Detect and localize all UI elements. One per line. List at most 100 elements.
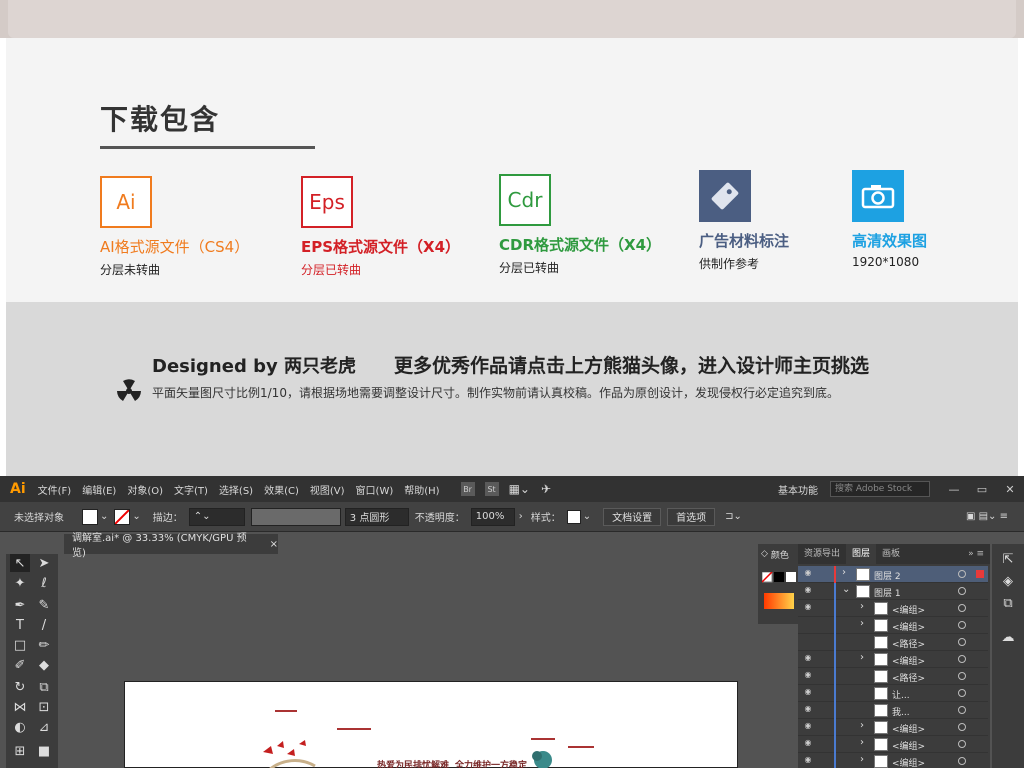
rectangle-tool-icon[interactable]: □	[10, 636, 30, 654]
opacity-field[interactable]: 100%	[470, 507, 515, 526]
expand-arrow-icon[interactable]: ›	[842, 567, 846, 578]
expand-arrow-icon[interactable]: ›	[860, 737, 864, 748]
minimize-button[interactable]: —	[940, 479, 968, 499]
line-tool-icon[interactable]: /	[34, 616, 54, 634]
stroke-dropdown-icon[interactable]: ⌄	[132, 511, 140, 522]
tab-layers[interactable]: 图层	[846, 544, 877, 564]
visibility-eye-icon[interactable]: ◉	[802, 670, 814, 682]
layer-row[interactable]: ◉ › <编组>	[798, 719, 988, 736]
download-item-ai[interactable]: Ai AI格式源文件（CS4） 分层未转曲	[100, 176, 249, 278]
download-item-eps[interactable]: Eps EPS格式源文件（X4） 分层已转曲	[301, 176, 460, 278]
free-transform-tool-icon[interactable]: ⊡	[34, 698, 54, 716]
collapse-arrow-icon[interactable]: ⌄	[842, 584, 850, 595]
target-circle-icon[interactable]	[958, 723, 966, 731]
visibility-eye-icon[interactable]: ◉	[802, 602, 814, 614]
target-circle-icon[interactable]	[958, 740, 966, 748]
paintbrush-tool-icon[interactable]: ✏	[34, 636, 54, 654]
download-item-cdr[interactable]: Cdr CDR格式源文件（X4） 分层已转曲	[499, 174, 661, 276]
menu-view[interactable]: 视图(V)	[310, 482, 345, 497]
layer-row[interactable]: ◉ 我...	[798, 702, 988, 719]
menu-type[interactable]: 文字(T)	[174, 482, 208, 497]
layer-row[interactable]: ◉ › 图层 2	[798, 566, 988, 583]
layer-row[interactable]: ◉ › <编组>	[798, 600, 988, 617]
layer-row[interactable]: › <编组>	[798, 617, 988, 634]
fill-dropdown-icon[interactable]: ⌄	[100, 511, 108, 522]
layer-row[interactable]: ◉ › <编组>	[798, 651, 988, 668]
workspace-switcher[interactable]: 基本功能	[778, 482, 818, 497]
visibility-eye-icon[interactable]	[802, 619, 814, 631]
target-circle-icon[interactable]	[958, 621, 966, 629]
gpu-performance-icon[interactable]: ✈	[541, 482, 551, 496]
shape-builder-tool-icon[interactable]: ◐	[10, 718, 30, 736]
visibility-eye-icon[interactable]: ◉	[802, 755, 814, 767]
fill-swatch[interactable]	[82, 508, 98, 525]
download-item-annotation[interactable]: 广告材料标注 供制作参考	[699, 170, 789, 272]
visibility-eye-icon[interactable]: ◉	[802, 653, 814, 665]
menu-file[interactable]: 文件(F)	[38, 482, 72, 497]
visibility-eye-icon[interactable]: ◉	[802, 585, 814, 597]
visibility-eye-icon[interactable]: ◉	[802, 687, 814, 699]
perspective-grid-tool-icon[interactable]: ⊿	[34, 718, 54, 736]
layer-row[interactable]: ◉ › <编组>	[798, 736, 988, 753]
document-setup-button[interactable]: 文档设置	[603, 507, 662, 526]
selection-tool-icon[interactable]: ↖	[10, 554, 30, 572]
preferences-button[interactable]: 首选项	[667, 507, 716, 526]
scale-tool-icon[interactable]: ⧉	[34, 678, 54, 696]
target-circle-icon[interactable]	[958, 706, 966, 714]
color-panel-tab[interactable]: ◇ 颜色	[758, 544, 798, 564]
tab-artboards[interactable]: 画板	[876, 544, 906, 564]
visibility-eye-icon[interactable]	[802, 636, 814, 648]
menu-object[interactable]: 对象(O)	[127, 482, 163, 497]
document-tab[interactable]: 调解室.ai* @ 33.33% (CMYK/GPU 预览) ×	[64, 533, 278, 559]
expand-arrow-icon[interactable]: ›	[860, 618, 864, 629]
stroke-weight-field[interactable]: ⌃⌄	[188, 507, 245, 526]
expand-arrow-icon[interactable]: ›	[860, 754, 864, 765]
gradient-tool-icon[interactable]: ■	[34, 742, 54, 760]
layer-row[interactable]: <路径>	[798, 634, 988, 651]
layers-icon[interactable]: ◈	[998, 572, 1018, 590]
target-circle-icon[interactable]	[958, 689, 966, 697]
tab-asset-export[interactable]: 资源导出	[798, 544, 846, 564]
layer-row[interactable]: ◉ › <编组>	[798, 753, 988, 768]
stock-search-input[interactable]: 搜索 Adobe Stock	[830, 481, 930, 497]
visibility-eye-icon[interactable]: ◉	[802, 738, 814, 750]
width-tool-icon[interactable]: ⋈	[10, 698, 30, 716]
color-swatches[interactable]	[762, 572, 796, 586]
target-circle-icon[interactable]	[958, 604, 966, 612]
style-dropdown-icon[interactable]: ⌄	[583, 511, 591, 522]
target-circle-icon[interactable]	[958, 638, 966, 646]
menu-edit[interactable]: 编辑(E)	[82, 482, 116, 497]
visibility-eye-icon[interactable]: ◉	[802, 721, 814, 733]
target-circle-icon[interactable]	[958, 672, 966, 680]
brush-definition[interactable]: 3 点圆形	[344, 507, 409, 526]
maximize-button[interactable]: ▭	[968, 479, 996, 499]
visibility-eye-icon[interactable]: ◉	[802, 704, 814, 716]
align-to-icon[interactable]: ⊐⌄	[725, 511, 742, 522]
expand-arrow-icon[interactable]: ›	[860, 652, 864, 663]
target-circle-icon[interactable]	[958, 570, 966, 578]
expand-arrow-icon[interactable]: ›	[860, 601, 864, 612]
arrange-documents-icon[interactable]: ▦⌄	[509, 482, 530, 496]
close-button[interactable]: ✕	[996, 479, 1024, 499]
eraser-tool-icon[interactable]: ◆	[34, 656, 54, 674]
shaper-tool-icon[interactable]: ✐	[10, 656, 30, 674]
pen-tool-icon[interactable]: ✒	[10, 596, 30, 614]
magic-wand-tool-icon[interactable]: ✦	[10, 574, 30, 592]
menu-select[interactable]: 选择(S)	[219, 482, 253, 497]
layer-row[interactable]: ◉ 让...	[798, 685, 988, 702]
lasso-tool-icon[interactable]: ℓ	[34, 574, 54, 592]
download-item-preview[interactable]: 高清效果图 1920*1080	[852, 170, 927, 269]
expand-arrow-icon[interactable]: ›	[860, 720, 864, 731]
panel-options-icon[interactable]: ▣ ▤⌄ ≡	[966, 511, 1008, 522]
export-icon[interactable]: ⇱	[998, 550, 1018, 568]
artboards-icon[interactable]: ⧉	[998, 594, 1018, 612]
style-swatch[interactable]	[566, 509, 581, 524]
color-spectrum[interactable]	[764, 593, 794, 609]
variable-width-profile[interactable]	[250, 507, 341, 526]
type-tool-icon[interactable]: T	[10, 616, 30, 634]
target-circle-icon[interactable]	[958, 655, 966, 663]
layer-row[interactable]: ◉ <路径>	[798, 668, 988, 685]
menu-effect[interactable]: 效果(C)	[264, 482, 299, 497]
close-document-icon[interactable]: ×	[270, 539, 278, 550]
rotate-tool-icon[interactable]: ↻	[10, 678, 30, 696]
